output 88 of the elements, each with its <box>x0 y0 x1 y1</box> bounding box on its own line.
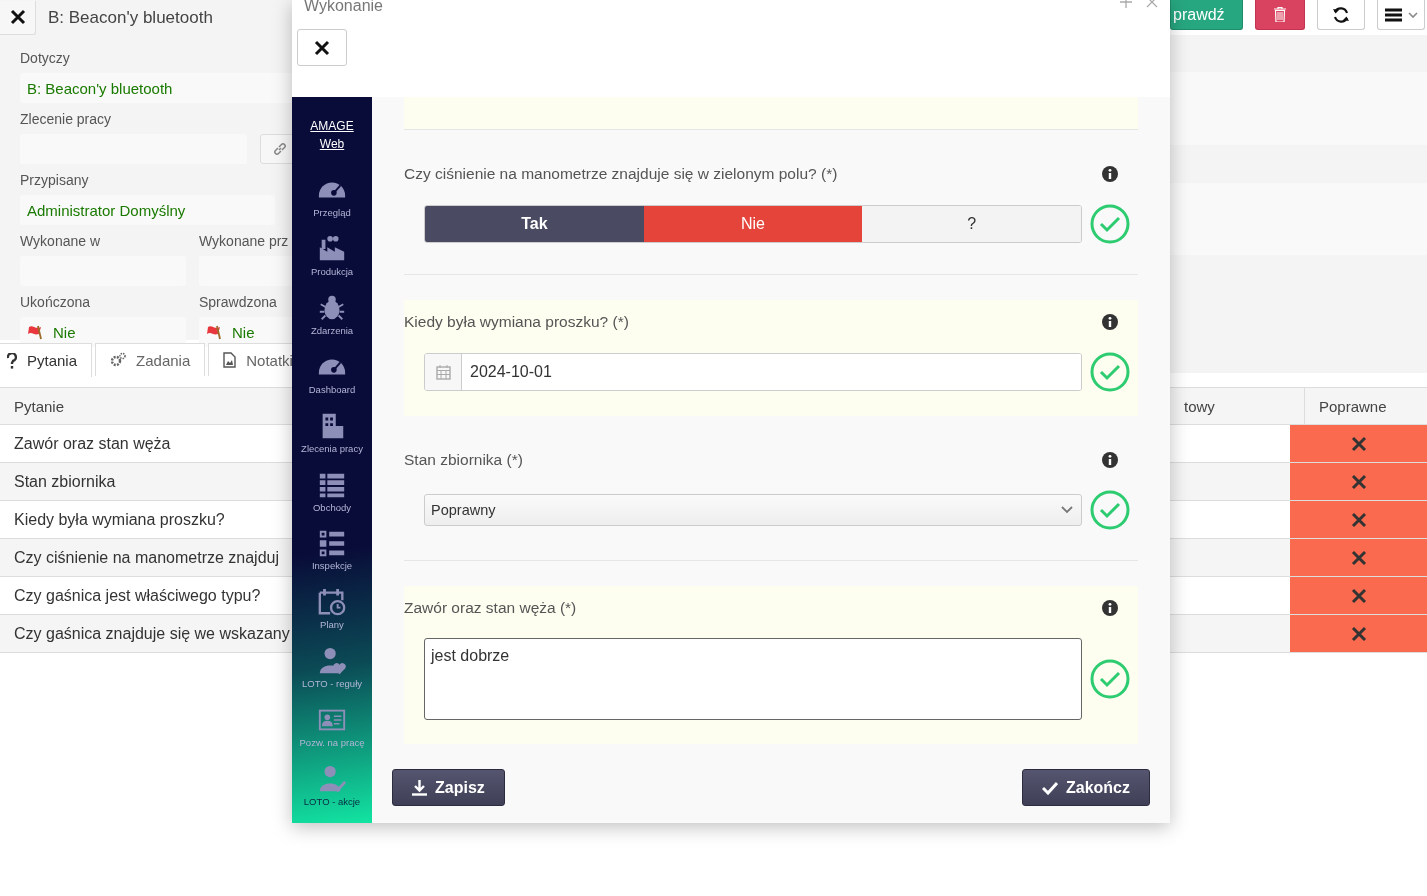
check-circle-icon <box>1090 659 1130 699</box>
field-label: Przypisany <box>20 171 90 190</box>
menu-button[interactable] <box>1377 0 1425 30</box>
field-label: Zlecenie pracy <box>20 110 113 129</box>
save-button[interactable]: Zapisz <box>392 769 505 806</box>
refresh-icon <box>1332 5 1350 24</box>
nav-item[interactable]: Produkcja <box>310 265 354 277</box>
nav-item[interactable]: Inspekcje <box>311 560 353 572</box>
gears-icon <box>110 352 127 368</box>
nav-item[interactable]: Dashboard <box>308 383 356 395</box>
field-label: Wykonane w <box>20 232 102 251</box>
question-icon <box>7 352 17 369</box>
cross-icon <box>1350 511 1367 528</box>
nav-item[interactable]: Przegląd <box>313 207 351 218</box>
check-circle-icon <box>1090 352 1130 392</box>
nav-item[interactable]: Plany <box>320 619 344 631</box>
check-icon <box>1042 780 1058 795</box>
cross-icon <box>1350 473 1367 490</box>
text-area[interactable]: jest dobrze <box>424 638 1082 720</box>
user-check-icon <box>317 764 347 795</box>
calendar-icon <box>435 364 451 380</box>
nav-item[interactable]: Obchody <box>313 501 351 513</box>
document-icon <box>223 352 237 368</box>
tab[interactable]: Zadania <box>95 343 206 376</box>
info-icon[interactable] <box>1102 600 1118 616</box>
trash-icon <box>1274 7 1286 22</box>
table-cell-text: Czy gaśnica znajduje się we wskazany <box>13 623 290 644</box>
user-heart-icon <box>317 646 347 677</box>
option-button[interactable]: ? <box>862 206 1081 242</box>
cross-icon <box>1350 549 1367 566</box>
text-field[interactable]: Administrator Domyślny <box>20 195 275 225</box>
finish-button[interactable]: Zakończ <box>1022 769 1150 806</box>
tab[interactable]: Pytania <box>0 343 93 377</box>
nav-item[interactable]: LOTO - reguły <box>302 678 362 690</box>
column-header: Poprawne <box>1304 388 1427 424</box>
brand-link[interactable]: AMAGE Web <box>310 117 354 153</box>
info-icon[interactable] <box>1102 314 1118 330</box>
option-button[interactable]: Nie <box>643 206 863 242</box>
question-label: Zawór oraz stan węża (*) <box>404 599 578 617</box>
calendar-icon <box>317 587 347 618</box>
flag-value: Nie <box>232 323 255 341</box>
page-title: B: Beacon'y bluetooth <box>48 7 213 28</box>
flag-icon <box>206 324 222 340</box>
download-icon <box>412 779 427 796</box>
table-cell-text: Zawór oraz stan węża <box>13 433 171 454</box>
check-circle-icon <box>1090 490 1130 530</box>
info-icon[interactable] <box>1102 166 1118 182</box>
dialog-title: Wykonanie <box>304 0 383 15</box>
link-icon <box>273 142 287 156</box>
field-label: Sprawdzona <box>199 293 278 312</box>
tab[interactable]: Notatki <box>208 343 292 376</box>
field-label: Wykonane prz <box>199 232 290 251</box>
delete-button[interactable] <box>1255 0 1305 30</box>
refresh-button[interactable] <box>1317 0 1365 30</box>
field-label: Ukończona <box>20 293 92 312</box>
chevron-down-icon <box>1407 11 1418 18</box>
chevron-down-icon <box>1061 506 1073 514</box>
close-icon <box>9 9 26 25</box>
field-label: Dotyczy <box>20 49 71 68</box>
question-label: Stan zbiornika (*) <box>404 451 524 469</box>
question-label: Czy ciśnienie na manometrze znajduje się w zielonym polu? (*) <box>404 165 839 183</box>
flag-icon <box>27 324 43 340</box>
question-label: Kiedy była wymiana proszku? (*) <box>404 313 630 331</box>
column-header: towy <box>1183 396 1216 417</box>
link-button[interactable] <box>260 134 292 164</box>
option-button[interactable]: Tak <box>425 206 644 242</box>
column-header: Pytanie <box>13 396 65 417</box>
menu-icon <box>1384 7 1402 22</box>
cross-icon <box>1350 625 1367 642</box>
nav-item[interactable]: LOTO - akcje <box>303 796 361 808</box>
select-field[interactable]: Poprawny <box>424 494 1082 526</box>
close-button[interactable] <box>0 0 36 35</box>
date-field[interactable]: 2024-10-01 <box>424 353 1082 391</box>
checklist-icon <box>317 528 347 559</box>
nav-item[interactable]: Zdarzenia <box>310 324 354 336</box>
table-cell-text: Kiedy była wymiana proszku? <box>13 509 225 530</box>
cross-icon <box>1350 435 1367 452</box>
info-icon[interactable] <box>1102 452 1118 468</box>
cross-icon <box>1350 587 1367 604</box>
table-cell-text: Stan zbiornika <box>13 471 116 492</box>
nav-item[interactable]: Zlecenia pracy <box>301 442 363 454</box>
table-cell-text: Czy ciśnienie na manometrze znajduj <box>13 547 279 568</box>
check-circle-icon <box>1090 204 1130 244</box>
text-field[interactable]: B: Beacon'y bluetooth <box>20 73 292 103</box>
table-cell-text: Czy gaśnica jest właściwego typu? <box>13 585 261 606</box>
close-button[interactable] <box>297 29 347 66</box>
flag-value: Nie <box>53 323 76 341</box>
close-icon <box>314 39 330 56</box>
